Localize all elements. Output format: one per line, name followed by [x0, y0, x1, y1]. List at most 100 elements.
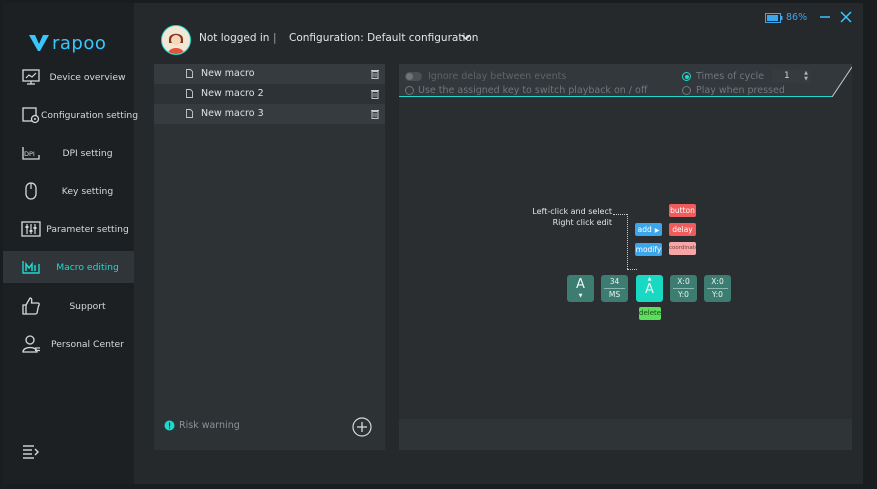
thumbs-up-icon — [22, 297, 40, 315]
add-delay-button[interactable]: delay — [669, 223, 696, 236]
caret-right-icon: ▶ — [654, 227, 660, 234]
sidebar-item-label: Device overview — [49, 71, 126, 83]
times-of-cycle-radio[interactable] — [682, 72, 691, 81]
modify-button[interactable]: modify — [635, 243, 662, 256]
playback-options: Ignore delay between events Use the assi… — [399, 64, 852, 97]
configuration-selector[interactable]: Configuration: Default configuration — [289, 32, 478, 44]
sidebar-item-label: Support — [69, 300, 106, 312]
avatar[interactable] — [161, 25, 191, 55]
cycle-count-stepper[interactable]: 1 ▲ ▼ — [772, 70, 810, 83]
macro-list-item[interactable]: New macro — [154, 64, 385, 84]
add-button[interactable]: add ▶ — [635, 223, 662, 236]
event-divider — [707, 288, 728, 289]
svg-text:DPI: DPI — [24, 150, 35, 158]
trash-icon[interactable] — [371, 69, 379, 79]
login-status[interactable]: Not logged in — [199, 32, 269, 44]
app-window: rapoo Device overview Configuration sett… — [3, 3, 863, 484]
sidebar-item-label: Key setting — [61, 185, 114, 197]
close-icon[interactable] — [840, 11, 852, 23]
macro-list-item[interactable]: New macro 2 — [154, 84, 385, 104]
trash-icon[interactable] — [371, 109, 379, 119]
trash-icon[interactable] — [371, 89, 379, 99]
delay-label: delay — [672, 225, 693, 234]
header-separator: | — [273, 32, 277, 44]
ignore-delay-label: Ignore delay between events — [428, 71, 567, 82]
add-macro-icon[interactable] — [352, 417, 372, 437]
file-icon — [186, 89, 193, 98]
sidebar-item-personal-center[interactable]: Personal Center — [3, 328, 134, 360]
key-event-a-up[interactable]: ▲ A — [636, 275, 663, 302]
battery-icon — [765, 13, 783, 23]
button-label: button — [670, 206, 695, 215]
sidebar-item-label: Macro editing — [56, 261, 119, 273]
macro-list-item[interactable]: New macro 3 — [154, 104, 385, 124]
modify-button-label: modify — [635, 245, 662, 254]
annotation-leader — [627, 269, 637, 270]
key-label: A — [645, 282, 654, 297]
decrement-arrow-icon[interactable]: ▼ — [804, 77, 808, 82]
minimize-icon[interactable] — [819, 11, 831, 23]
delete-button[interactable]: delete — [639, 307, 661, 320]
cycle-count-value: 1 — [784, 71, 790, 81]
macro-list-panel: New macro New macro 2 New macro 3 Risk w… — [154, 64, 385, 450]
sidebar-item-device-overview[interactable]: Device overview — [3, 61, 134, 93]
delete-label: delete — [639, 309, 662, 317]
annotation-line-2: Right click edit — [552, 218, 612, 227]
sidebar-item-dpi-setting[interactable]: DPI DPI setting — [3, 137, 134, 169]
chevron-down-icon[interactable] — [461, 34, 471, 41]
rapoo-logo: rapoo — [28, 31, 106, 55]
sidebar-item-label: DPI setting — [62, 147, 113, 159]
sidebar-item-macro-editing[interactable]: Macro editing — [3, 251, 134, 283]
key-event-a-down[interactable]: A ▼ — [567, 275, 594, 302]
sidebar-item-label: Parameter setting — [46, 223, 129, 235]
coord-y: Y:0 — [712, 290, 723, 299]
risk-warning[interactable]: Risk warning — [164, 420, 240, 431]
battery-level: 86% — [786, 12, 808, 23]
assigned-key-radio[interactable] — [405, 86, 414, 95]
file-icon — [186, 69, 193, 78]
annotation-leader — [627, 214, 628, 269]
person-icon — [22, 335, 40, 353]
add-button-event-button[interactable]: button — [669, 204, 696, 217]
play-when-pressed-radio[interactable] — [682, 86, 691, 95]
brand-name: rapoo — [52, 32, 107, 54]
add-button-label: add — [637, 225, 652, 234]
macro-name: New macro 3 — [201, 108, 264, 119]
sidebar-item-label: Configuration setting — [41, 109, 139, 121]
coordinate-label: coordinate — [669, 245, 696, 251]
mouse-icon — [25, 182, 37, 200]
sidebar: rapoo Device overview Configuration sett… — [3, 3, 139, 484]
event-divider — [604, 288, 625, 289]
collapse-menu-icon[interactable] — [22, 444, 40, 460]
annotation-leader — [613, 214, 627, 215]
monitor-icon — [22, 69, 40, 85]
delay-event[interactable]: 34 MS — [601, 275, 628, 302]
risk-warning-label: Risk warning — [179, 420, 240, 431]
warning-icon — [164, 420, 175, 431]
dpi-icon: DPI — [22, 147, 40, 160]
editor-footer — [399, 419, 852, 450]
file-icon — [186, 109, 193, 118]
user-avatar-icon — [162, 26, 190, 54]
delay-value: 34 — [609, 277, 620, 286]
coordinate-event[interactable]: X:0 Y:0 — [670, 275, 697, 302]
assigned-key-label: Use the assigned key to switch playback … — [418, 85, 648, 96]
sidebar-item-parameter-setting[interactable]: Parameter setting — [3, 213, 134, 245]
sidebar-item-label: Personal Center — [51, 338, 124, 350]
coordinate-event[interactable]: X:0 Y:0 — [704, 275, 731, 302]
ignore-delay-toggle[interactable] — [405, 72, 422, 81]
event-divider — [673, 288, 694, 289]
add-coordinate-button[interactable]: coordinate — [669, 242, 696, 255]
macro-icon — [22, 261, 40, 274]
coord-x: X:0 — [711, 277, 724, 286]
key-label: A — [576, 277, 585, 292]
sidebar-item-support[interactable]: Support — [3, 290, 134, 322]
sidebar-item-key-setting[interactable]: Key setting — [3, 175, 134, 207]
config-settings-icon — [22, 107, 40, 124]
coord-y: Y:0 — [678, 290, 689, 299]
times-of-cycle-label: Times of cycle — [696, 71, 764, 82]
coord-x: X:0 — [677, 277, 690, 286]
macro-editor: Ignore delay between events Use the assi… — [399, 64, 852, 450]
play-when-pressed-label: Play when pressed — [696, 85, 785, 96]
sidebar-item-configuration-setting[interactable]: Configuration setting — [3, 99, 139, 131]
